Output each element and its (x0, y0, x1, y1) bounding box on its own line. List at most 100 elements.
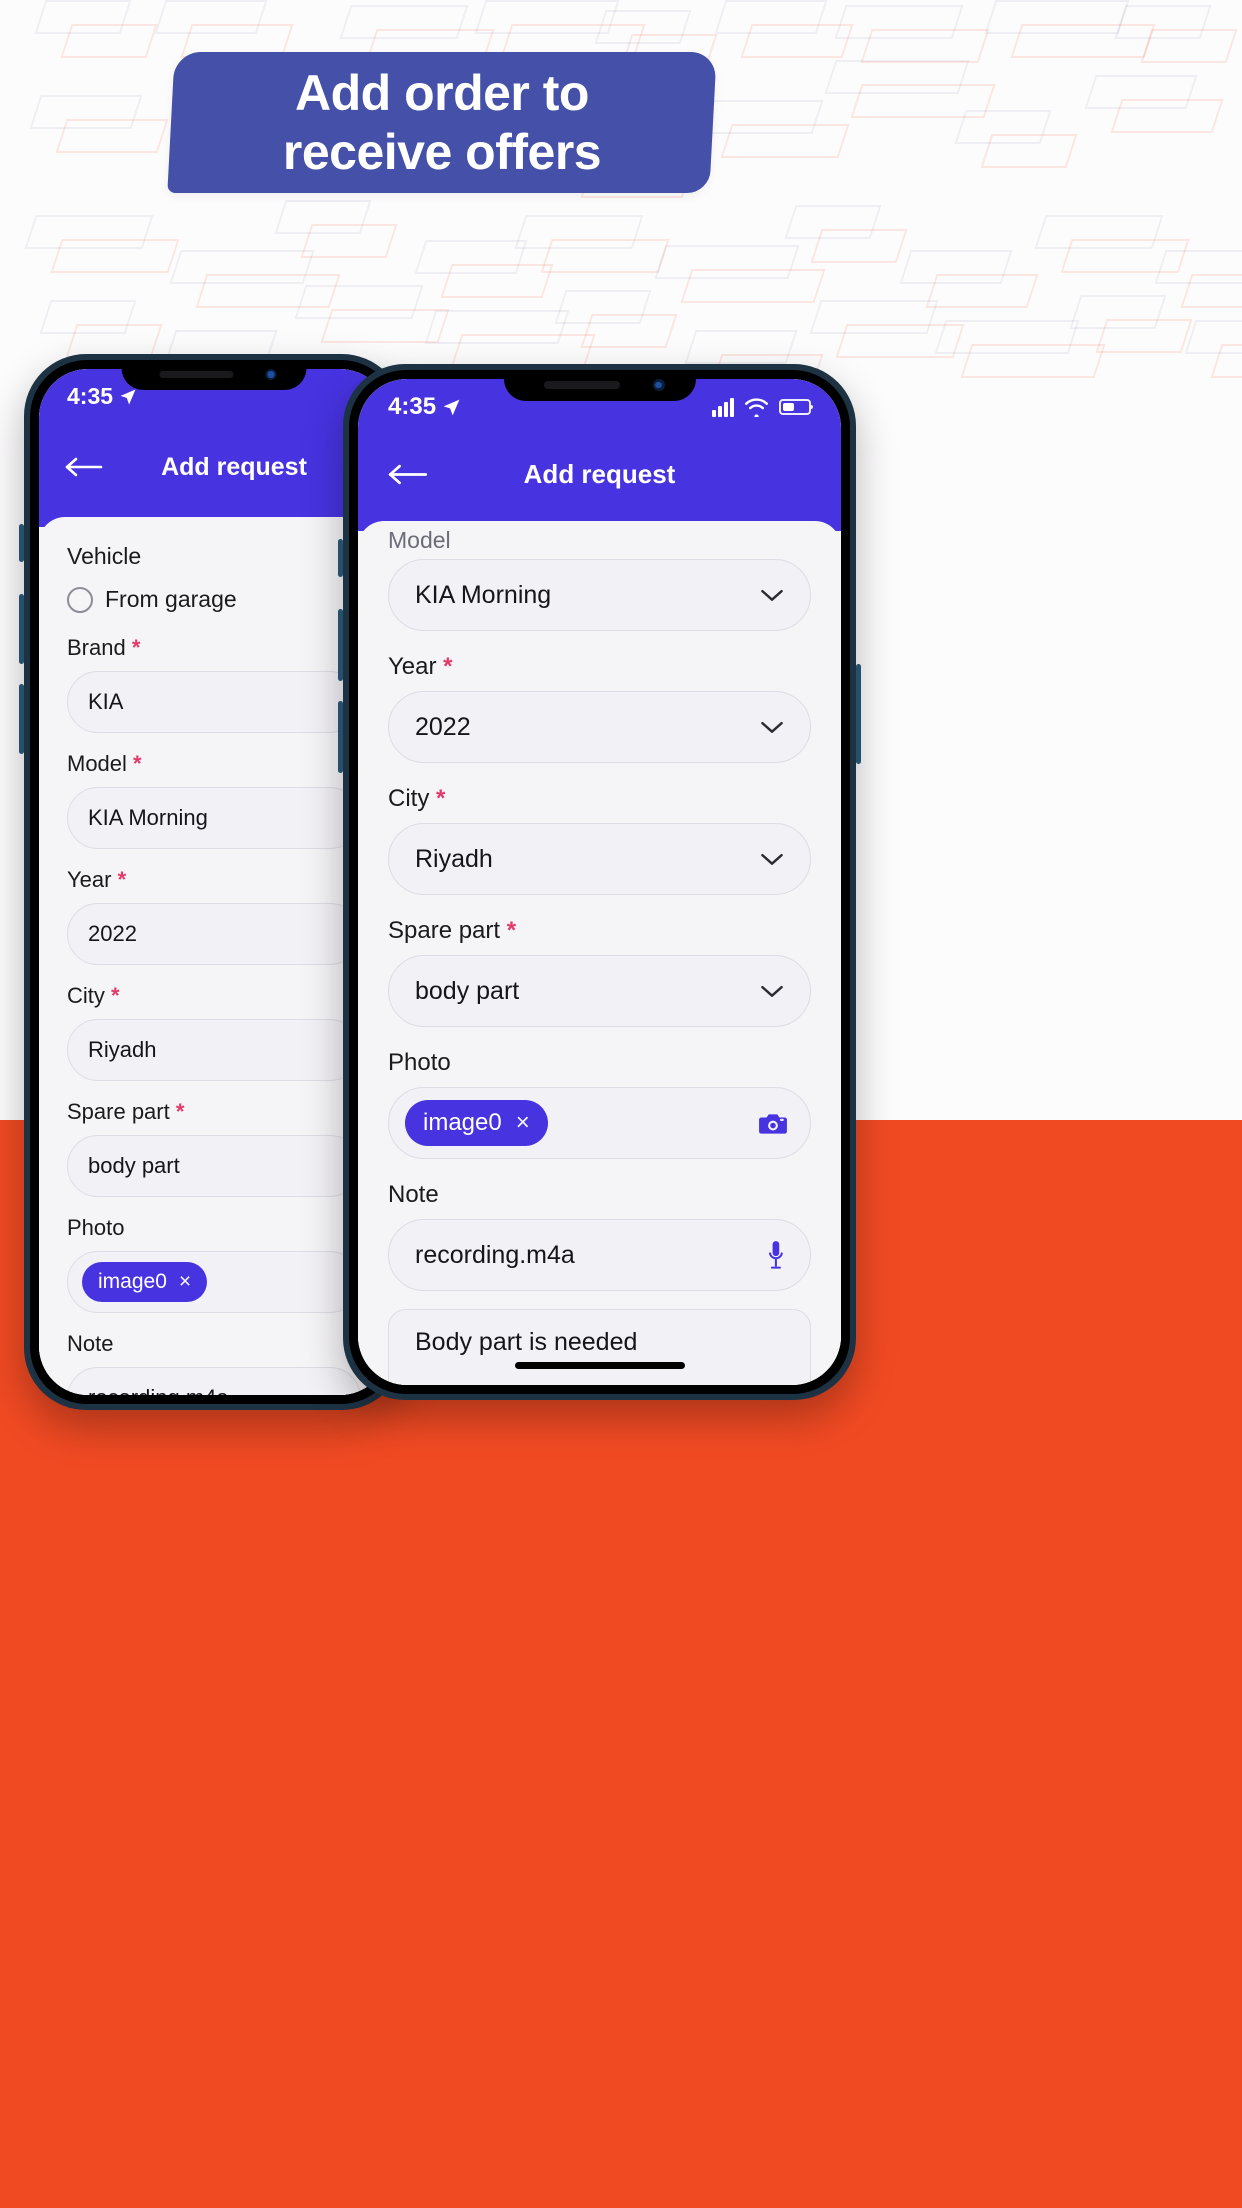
right-value-city: Riyadh (415, 844, 493, 873)
left-photo-chip-label: image0 (98, 1270, 167, 1293)
right-label-note: Note (388, 1181, 439, 1208)
required-marker: * (117, 867, 127, 892)
left-value-year: 2022 (88, 921, 137, 946)
home-indicator[interactable] (514, 1362, 685, 1369)
right-photo-chip[interactable]: image0 × (405, 1100, 548, 1146)
phone-right-mute-button[interactable] (338, 539, 343, 577)
phone-left-screen: 4:35 Add request Vehicle From garage Bra… (39, 369, 389, 1395)
left-field-brand[interactable]: KIA (67, 671, 361, 733)
chevron-down-icon[interactable] (760, 852, 784, 867)
right-field-note-recording[interactable]: recording.m4a (388, 1219, 811, 1291)
right-app-bar: 4:35 Add request (358, 379, 841, 531)
right-label-city: City * (388, 785, 446, 812)
radio-label: From garage (105, 586, 237, 612)
phone-right-power-button[interactable] (856, 664, 861, 764)
close-icon[interactable]: × (179, 1270, 191, 1294)
left-form-sheet: Vehicle From garage New Brand * KIA Mode… (39, 517, 389, 1395)
right-value-model: KIA Morning (415, 580, 552, 609)
left-radio-from-garage[interactable]: From garage (67, 586, 237, 613)
phone-right-volume-down-button[interactable] (338, 701, 343, 773)
required-marker: * (111, 983, 120, 1008)
left-photo-chip[interactable]: image0 × (82, 1262, 208, 1302)
radio-dot[interactable] (67, 586, 93, 613)
camera-icon[interactable] (758, 1110, 788, 1136)
location-arrow-icon (120, 389, 136, 404)
close-icon[interactable]: × (516, 1109, 530, 1137)
phone-mockup-right: 4:35 Add request Model KIA Morning Year … (338, 364, 861, 1400)
left-field-note-recording[interactable]: recording.m4a (67, 1367, 361, 1395)
left-vehicle-label: Vehicle (67, 543, 142, 569)
wifi-icon (745, 397, 768, 417)
right-recording-value: recording.m4a (415, 1240, 575, 1269)
right-form-sheet: Model KIA Morning Year * 2022 City * Riy… (358, 521, 841, 1385)
left-label-city: City * (67, 983, 120, 1008)
right-field-city[interactable]: Riyadh (388, 823, 811, 895)
required-marker: * (131, 635, 141, 660)
status-time: 4:35 (388, 393, 437, 420)
right-nav-title: Add request (523, 458, 676, 489)
left-label-year: Year * (67, 867, 127, 892)
battery-icon (779, 399, 813, 415)
right-label-photo: Photo (388, 1049, 451, 1076)
left-app-bar: 4:35 Add request (39, 369, 389, 527)
location-arrow-icon (443, 399, 460, 415)
front-camera (265, 369, 277, 380)
right-status-icons (712, 397, 813, 417)
required-marker: * (133, 751, 142, 776)
left-vehicle-radio-group[interactable]: From garage New (67, 586, 389, 613)
left-label-brand: Brand * (67, 635, 141, 660)
phone-left-volume-down-button[interactable] (19, 684, 24, 754)
earpiece-speaker (543, 381, 620, 389)
right-field-spare-part[interactable]: body part (388, 955, 811, 1027)
front-camera (652, 379, 665, 391)
headline-line-1: Add order to (295, 64, 589, 121)
right-value-spare-part: body part (415, 976, 520, 1005)
microphone-icon[interactable] (768, 1240, 784, 1270)
left-field-spare-part[interactable]: body part (67, 1135, 361, 1197)
right-photo-chip-label: image0 (423, 1109, 502, 1136)
cellular-signal-icon (712, 397, 734, 417)
chevron-down-icon[interactable] (760, 984, 784, 999)
back-arrow-icon[interactable] (65, 456, 105, 478)
phone-right-screen: 4:35 Add request Model KIA Morning Year … (358, 379, 841, 1385)
back-arrow-icon[interactable] (388, 463, 430, 486)
phone-left-mute-button[interactable] (19, 524, 24, 562)
phone-left-notch (121, 360, 307, 390)
left-value-spare-part: body part (88, 1153, 180, 1178)
right-status-time-group: 4:35 (388, 393, 461, 421)
status-time: 4:35 (67, 383, 114, 409)
right-note-textarea[interactable]: Body part is needed (388, 1309, 811, 1385)
promo-headline-pill: Add order to receive offers (167, 52, 717, 193)
phone-right-volume-up-button[interactable] (338, 609, 343, 681)
right-field-year[interactable]: 2022 (388, 691, 811, 763)
left-label-note: Note (67, 1331, 114, 1356)
right-cut-label: Model (388, 527, 451, 551)
left-status-time-group: 4:35 (67, 383, 137, 410)
chevron-down-icon[interactable] (760, 588, 784, 603)
required-marker: * (443, 653, 453, 680)
phone-right-notch (503, 370, 696, 401)
left-recording-value: recording.m4a (88, 1385, 340, 1395)
left-field-city[interactable]: Riyadh (67, 1019, 361, 1081)
required-marker: * (436, 785, 446, 812)
left-value-model: KIA Morning (88, 805, 208, 830)
right-field-model[interactable]: KIA Morning (388, 559, 811, 631)
required-marker: * (506, 917, 517, 944)
left-label-spare-part: Spare part * (67, 1099, 185, 1124)
left-field-model[interactable]: KIA Morning (67, 787, 361, 849)
left-field-year[interactable]: 2022 (67, 903, 361, 965)
right-field-photo[interactable]: image0 × (388, 1087, 811, 1159)
headline-line-2: receive offers (282, 123, 602, 180)
earpiece-speaker (159, 371, 234, 378)
left-value-brand: KIA (88, 689, 124, 714)
phone-left-volume-up-button[interactable] (19, 594, 24, 664)
chevron-down-icon[interactable] (760, 720, 784, 735)
left-value-city: Riyadh (88, 1037, 157, 1062)
screenshot-stage: Add order to receive offers 4:35 Add req… (0, 0, 1242, 2208)
right-label-spare-part: Spare part * (388, 917, 517, 944)
left-label-photo: Photo (67, 1215, 125, 1240)
right-value-year: 2022 (415, 712, 471, 741)
left-field-photo[interactable]: image0 × (67, 1251, 361, 1313)
left-label-model: Model * (67, 751, 142, 776)
right-label-year: Year * (388, 653, 453, 680)
